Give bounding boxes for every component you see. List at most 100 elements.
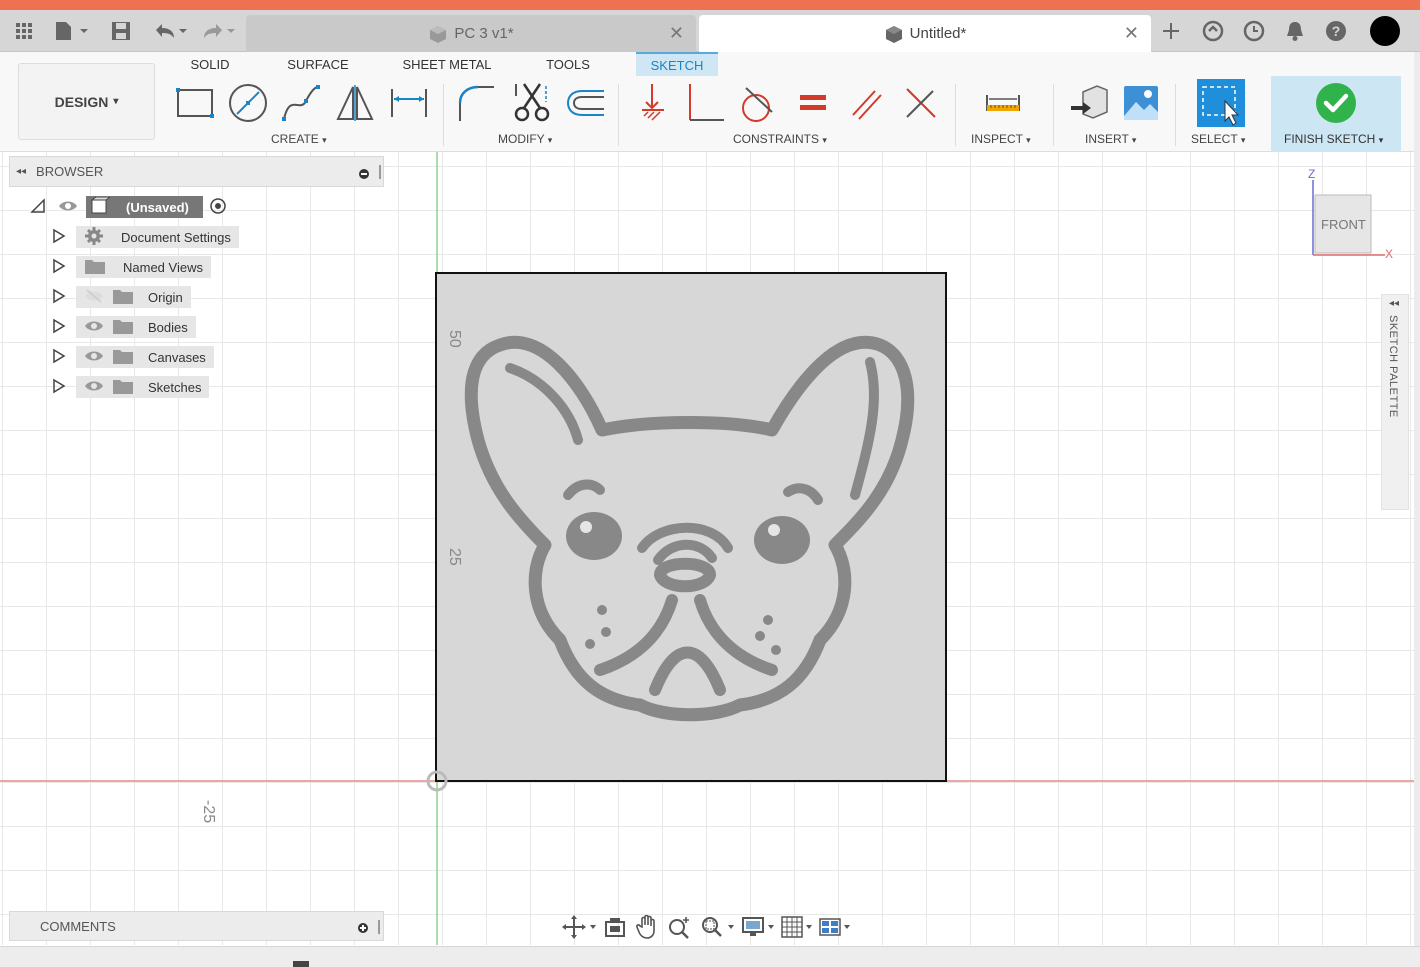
apps-grid-icon[interactable] xyxy=(12,18,36,44)
look-at-icon[interactable] xyxy=(604,916,626,943)
comments-panel[interactable]: COMMENTS xyxy=(9,911,384,941)
view-cube-face[interactable]: FRONT xyxy=(1321,217,1366,232)
expand-triangle-icon[interactable] xyxy=(52,288,66,307)
tangent-constraint-icon[interactable] xyxy=(734,78,780,128)
display-settings-icon[interactable] xyxy=(742,915,778,944)
item-label-box: Document Settings xyxy=(76,226,239,248)
close-icon[interactable]: ✕ xyxy=(669,23,684,44)
parallel-constraint-icon[interactable] xyxy=(844,78,890,128)
tab-sheet-metal[interactable]: SHEET METAL xyxy=(398,52,496,76)
modify-group-label[interactable]: MODIFY ▾ xyxy=(498,132,552,146)
expand-triangle-icon[interactable] xyxy=(52,318,66,337)
tab-solid[interactable]: SOLID xyxy=(180,52,240,76)
perpendicular-constraint-icon[interactable] xyxy=(682,78,728,128)
expand-triangle-icon[interactable] xyxy=(52,348,66,367)
activate-radio-icon[interactable] xyxy=(209,197,227,218)
eye-icon[interactable] xyxy=(58,199,78,216)
tab-pc3[interactable]: PC 3 v1* ✕ xyxy=(246,15,696,52)
save-icon[interactable] xyxy=(108,18,134,44)
tab-title-text: Untitled* xyxy=(909,25,967,42)
timeline-marker[interactable] xyxy=(293,961,309,967)
tab-sketch[interactable]: SKETCH xyxy=(636,52,718,76)
svg-text:?: ? xyxy=(1332,23,1341,39)
select-tool-icon[interactable] xyxy=(1196,78,1246,128)
orbit-icon[interactable] xyxy=(562,915,598,944)
sketch-palette[interactable]: ◂◂ SKETCH PALETTE xyxy=(1381,294,1409,510)
design-workspace-button[interactable]: DESIGN ▾ xyxy=(18,63,155,140)
circle-tool-icon[interactable] xyxy=(225,78,271,128)
toolbar: DESIGN ▾ SOLID SURFACE SHEET METAL TOOLS… xyxy=(0,52,1420,152)
item-label-box: Origin xyxy=(76,286,191,308)
equal-constraint-icon[interactable] xyxy=(790,78,836,128)
tab-bar: PC 3 v1* ✕ Untitled* ✕ ? xyxy=(0,10,1420,52)
browser-item-bodies[interactable]: Bodies xyxy=(52,316,196,338)
mirror-tool-icon[interactable] xyxy=(332,78,378,128)
browser-header[interactable]: ◂◂ BROWSER xyxy=(9,156,384,187)
canvas-viewport[interactable]: 50 25 -25 xyxy=(0,152,1420,945)
help-icon[interactable]: ? xyxy=(1323,18,1349,44)
job-status-icon[interactable] xyxy=(1241,18,1267,44)
fillet-tool-icon[interactable] xyxy=(452,78,498,128)
offset-tool-icon[interactable] xyxy=(562,78,608,128)
expand-triangle-icon[interactable] xyxy=(52,228,66,247)
measure-icon[interactable] xyxy=(980,78,1026,128)
folder-icon xyxy=(112,347,134,368)
notifications-icon[interactable] xyxy=(1282,18,1308,44)
browser-root-row[interactable]: (Unsaved) xyxy=(30,196,227,218)
separator xyxy=(955,84,956,146)
browser-item-sketches[interactable]: Sketches xyxy=(52,376,210,398)
close-icon[interactable]: ✕ xyxy=(1124,23,1139,44)
new-tab-icon[interactable] xyxy=(1158,18,1184,44)
dimension-tool-icon[interactable] xyxy=(386,78,432,128)
undo-icon[interactable] xyxy=(150,18,190,44)
view-cube[interactable]: Z X FRONT xyxy=(1305,167,1395,265)
expand-triangle-icon[interactable] xyxy=(52,378,66,397)
inspect-group-label[interactable]: INSPECT ▾ xyxy=(971,132,1031,146)
create-group-label[interactable]: CREATE ▾ xyxy=(271,132,327,146)
rectangle-tool-icon[interactable] xyxy=(172,78,218,128)
tab-untitled[interactable]: Untitled* ✕ xyxy=(699,15,1151,52)
plus-icon[interactable] xyxy=(358,921,368,936)
trim-tool-icon[interactable] xyxy=(508,78,554,128)
constraints-group-label[interactable]: CONSTRAINTS ▾ xyxy=(733,132,827,146)
tab-tools[interactable]: TOOLS xyxy=(538,52,598,76)
browser-item-origin[interactable]: Origin xyxy=(52,286,191,308)
insert-canvas-icon[interactable] xyxy=(1118,78,1164,128)
axis-z-label: Z xyxy=(1308,167,1316,181)
browser-item-named-views[interactable]: Named Views xyxy=(52,256,211,278)
browser-item-canvases[interactable]: Canvases xyxy=(52,346,214,368)
insert-derive-icon[interactable] xyxy=(1066,78,1112,128)
expand-left-icon[interactable]: ◂◂ xyxy=(1389,298,1399,309)
eye-hidden-icon[interactable] xyxy=(84,288,104,306)
insert-group-label[interactable]: INSERT ▾ xyxy=(1085,132,1136,146)
finish-sketch-button[interactable]: FINISH SKETCH ▾ xyxy=(1271,76,1401,152)
select-group-label[interactable]: SELECT ▾ xyxy=(1191,132,1245,146)
minus-icon[interactable] xyxy=(359,167,369,182)
extensions-icon[interactable] xyxy=(1200,18,1226,44)
grid-settings-icon[interactable] xyxy=(780,915,816,944)
pin-icon[interactable] xyxy=(378,920,380,934)
eye-icon[interactable] xyxy=(84,319,104,336)
tab-surface[interactable]: SURFACE xyxy=(282,52,354,76)
zoom-window-icon[interactable] xyxy=(700,915,738,944)
collapse-icon[interactable]: ◂◂ xyxy=(16,166,26,177)
fusion-app: PC 3 v1* ✕ Untitled* ✕ ? DESIGN ▾ SOLID … xyxy=(0,0,1420,967)
avatar[interactable] xyxy=(1368,16,1402,46)
separator xyxy=(1175,84,1176,146)
browser-item-document-settings[interactable]: Document Settings xyxy=(52,226,239,248)
ruler-label-50: 50 xyxy=(446,330,463,348)
redo-icon[interactable] xyxy=(198,18,238,44)
eye-icon[interactable] xyxy=(84,379,104,396)
eye-icon[interactable] xyxy=(84,349,104,366)
folder-icon xyxy=(84,257,106,278)
expand-triangle-icon[interactable] xyxy=(52,258,66,277)
collapse-triangle-icon[interactable] xyxy=(30,197,46,217)
file-menu-icon[interactable] xyxy=(52,18,92,44)
coincident-constraint-icon[interactable] xyxy=(630,78,676,128)
viewports-icon[interactable] xyxy=(818,915,854,944)
zoom-icon[interactable] xyxy=(668,915,692,944)
pan-hand-icon[interactable] xyxy=(636,914,658,944)
spline-tool-icon[interactable] xyxy=(278,78,324,128)
pin-icon[interactable] xyxy=(379,165,381,179)
collinear-constraint-icon[interactable] xyxy=(898,78,944,128)
